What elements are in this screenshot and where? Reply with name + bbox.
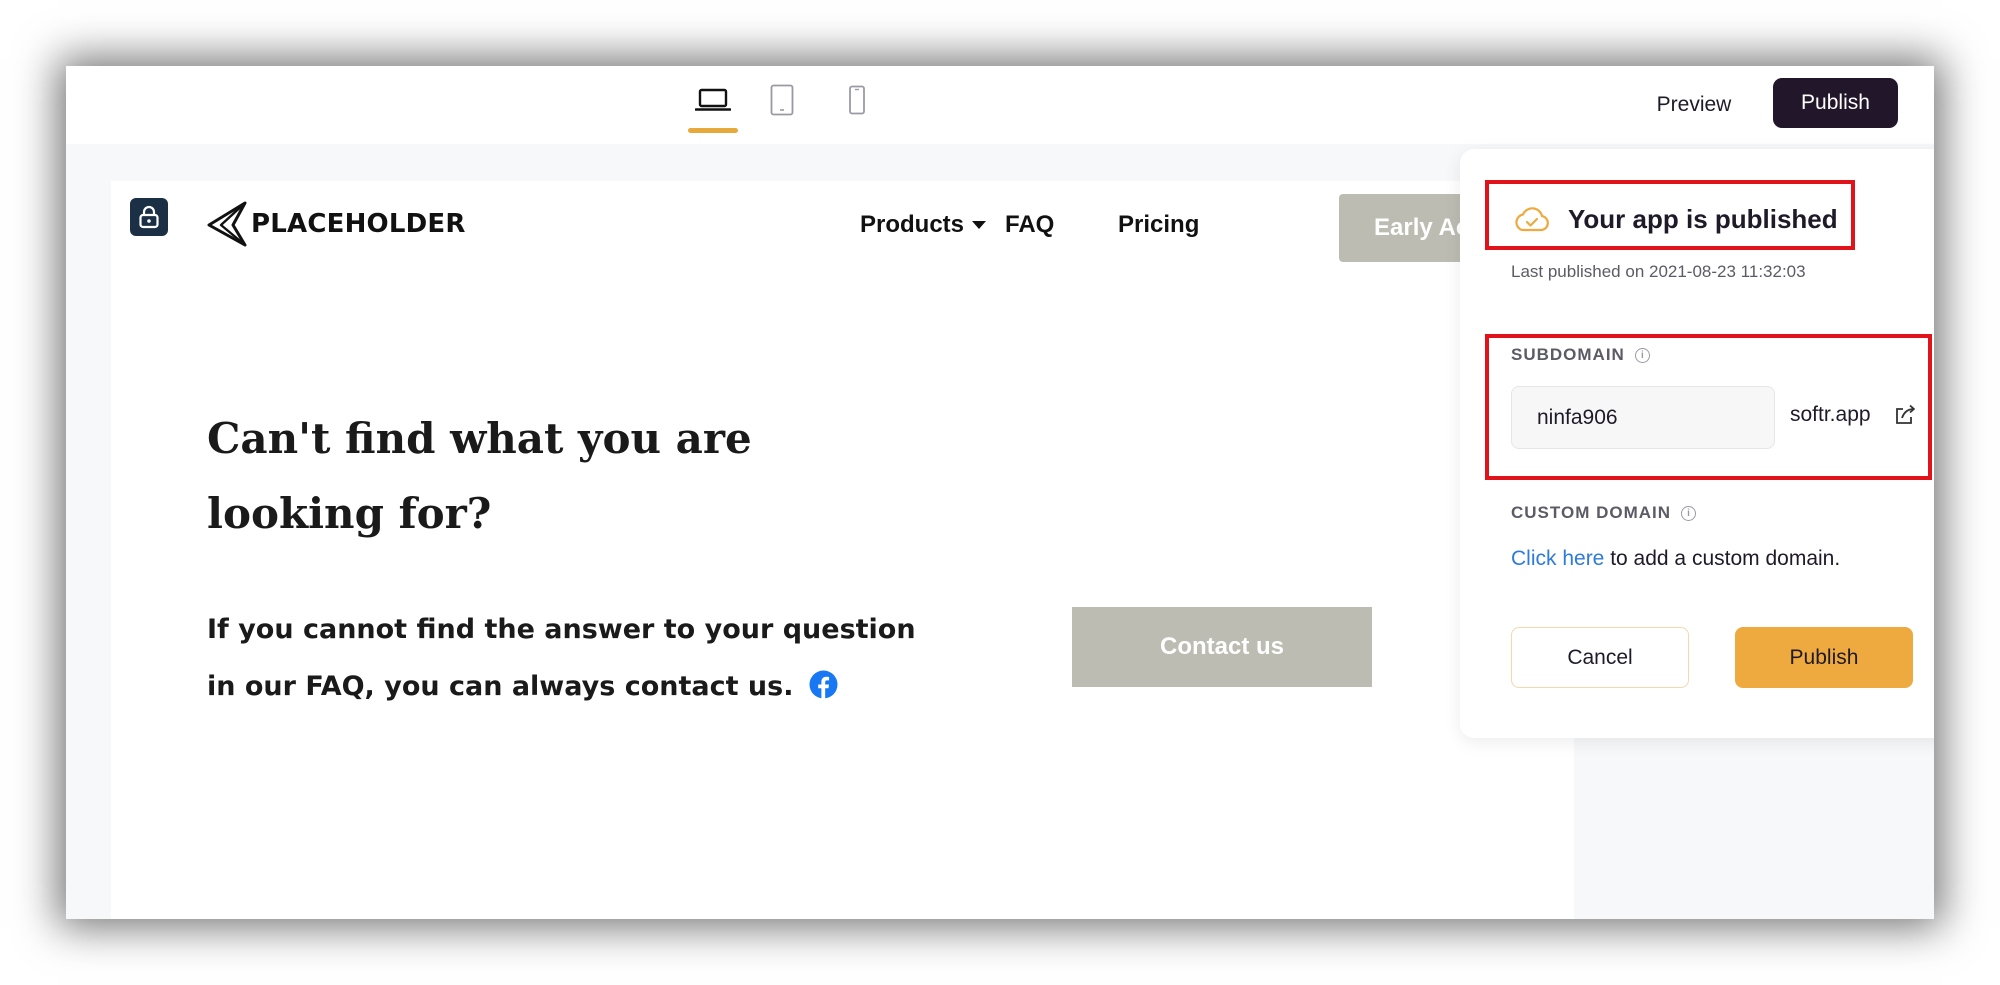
logo-text: PLACEHOLDER bbox=[251, 209, 466, 239]
subdomain-label: SUBDOMAIN i bbox=[1511, 345, 1650, 365]
preview-button[interactable]: Preview bbox=[1634, 80, 1754, 130]
external-link-icon bbox=[1896, 404, 1915, 424]
site-preview-canvas: PLACEHOLDER Products FAQ Pricing Early A… bbox=[111, 181, 1579, 919]
mobile-view-button[interactable] bbox=[842, 80, 872, 120]
laptop-icon bbox=[695, 88, 731, 111]
publish-popover: Your app is published Last published on … bbox=[1460, 149, 1934, 738]
info-icon[interactable]: i bbox=[1681, 505, 1697, 521]
info-icon[interactable]: i bbox=[1634, 347, 1650, 363]
lock-icon bbox=[139, 205, 159, 229]
publish-top-button[interactable]: Publish bbox=[1773, 78, 1898, 128]
contact-us-button[interactable]: Contact us bbox=[1072, 607, 1372, 687]
lock-button[interactable] bbox=[130, 198, 168, 236]
open-external-link-button[interactable] bbox=[1893, 403, 1917, 427]
nav-products[interactable]: Products bbox=[860, 205, 987, 245]
site-logo[interactable]: PLACEHOLDER bbox=[207, 199, 466, 249]
custom-domain-line: Click here to add a custom domain. bbox=[1511, 547, 1840, 571]
cancel-button[interactable]: Cancel bbox=[1511, 627, 1689, 688]
mobile-icon bbox=[849, 85, 865, 115]
nav-products-label: Products bbox=[860, 211, 965, 238]
custom-domain-label-text: CUSTOM DOMAIN bbox=[1511, 503, 1672, 522]
custom-domain-label: CUSTOM DOMAIN i bbox=[1511, 503, 1697, 523]
click-here-link[interactable]: Click here bbox=[1511, 547, 1604, 570]
custom-domain-text: to add a custom domain. bbox=[1604, 547, 1841, 570]
subdomain-input[interactable] bbox=[1511, 386, 1775, 449]
subdomain-suffix: softr.app bbox=[1790, 403, 1871, 426]
caret-down-icon bbox=[972, 221, 987, 229]
tablet-icon bbox=[770, 84, 794, 116]
publish-button[interactable]: Publish bbox=[1735, 627, 1913, 688]
publish-status-title: Your app is published bbox=[1568, 203, 1838, 234]
desktop-view-button[interactable] bbox=[688, 80, 738, 120]
publish-status: Your app is published bbox=[1512, 199, 1838, 239]
last-published-text: Last published on 2021-08-23 11:32:03 bbox=[1511, 262, 1806, 281]
active-device-indicator bbox=[688, 128, 738, 133]
app-window: Preview Publish PLACEHOLDER Products FAQ… bbox=[66, 66, 1934, 919]
tablet-view-button[interactable] bbox=[765, 80, 799, 120]
subdomain-label-text: SUBDOMAIN bbox=[1511, 345, 1625, 364]
page-subtext: If you cannot find the answer to your qu… bbox=[207, 601, 937, 715]
cloud-check-icon bbox=[1515, 207, 1549, 232]
nav-faq[interactable]: FAQ bbox=[1005, 205, 1054, 245]
logo-arrow-icon bbox=[207, 201, 247, 247]
page-heading: Can't find what you are looking for? bbox=[207, 414, 752, 538]
nav-pricing[interactable]: Pricing bbox=[1118, 205, 1199, 245]
facebook-icon[interactable] bbox=[809, 670, 838, 699]
top-toolbar: Preview Publish bbox=[66, 66, 1934, 144]
